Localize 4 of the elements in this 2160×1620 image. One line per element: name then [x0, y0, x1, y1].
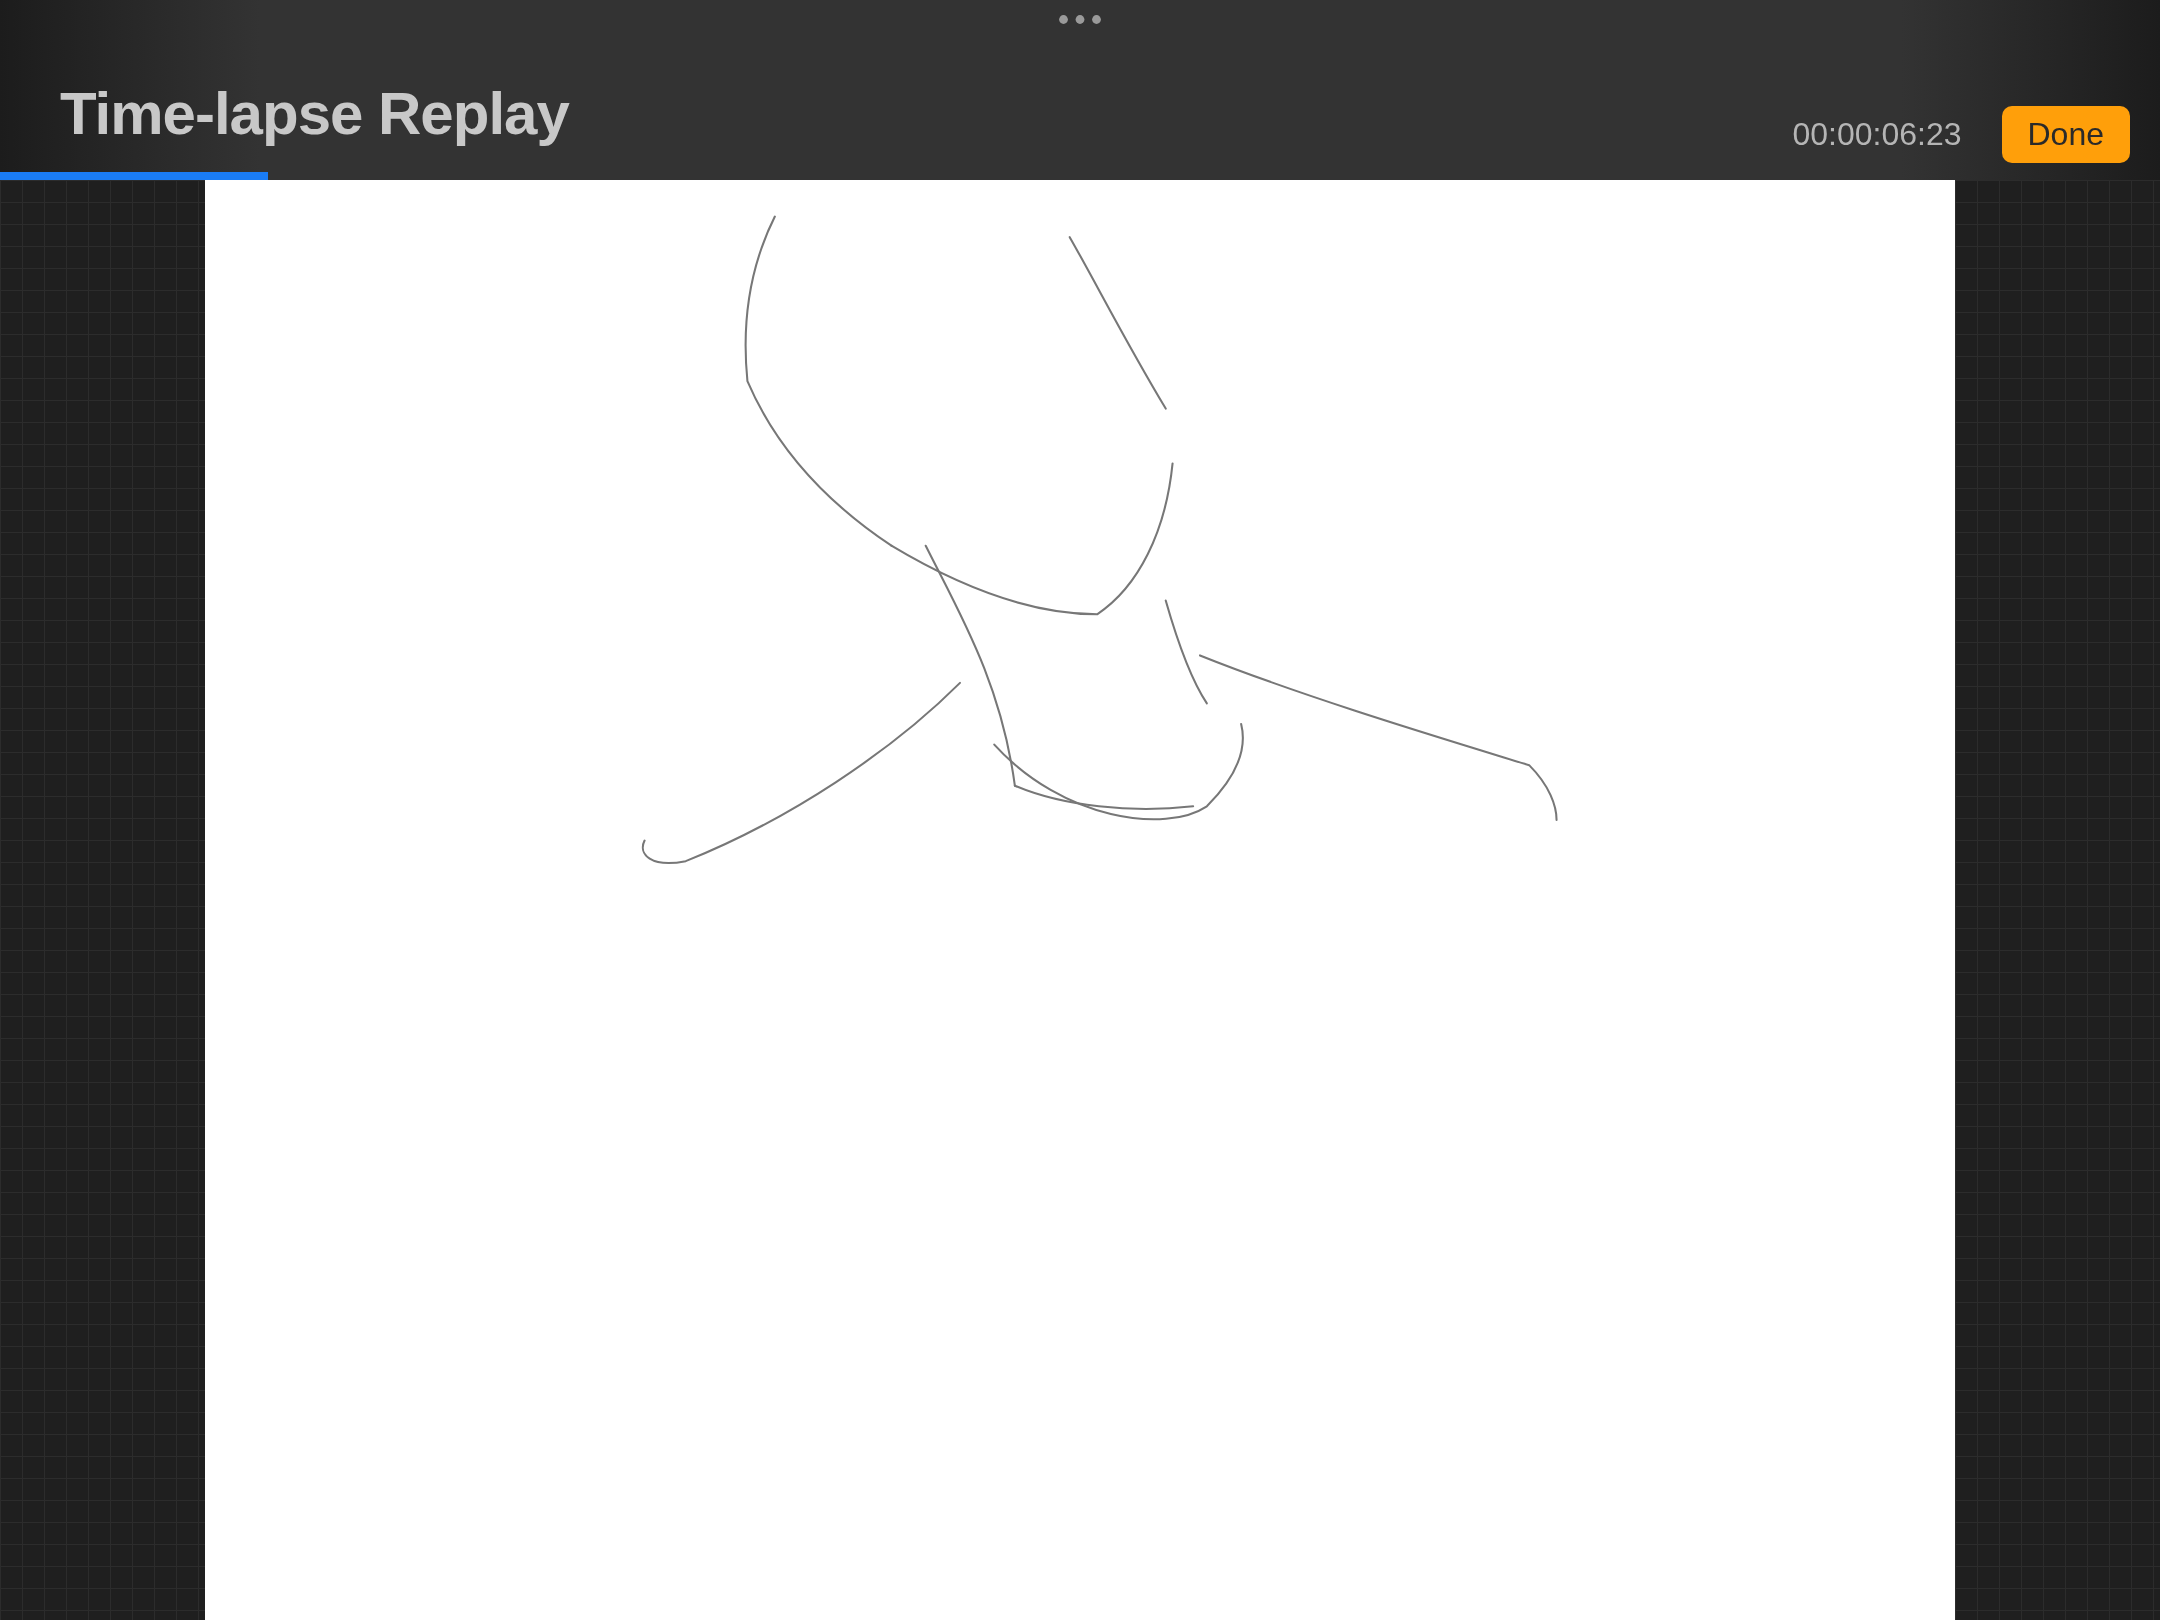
- replay-title: Time-lapse Replay: [60, 79, 569, 148]
- elapsed-time: 00:00:06:23: [1792, 116, 1962, 153]
- more-icon[interactable]: [1058, 14, 1102, 25]
- done-button[interactable]: Done: [2001, 106, 2130, 163]
